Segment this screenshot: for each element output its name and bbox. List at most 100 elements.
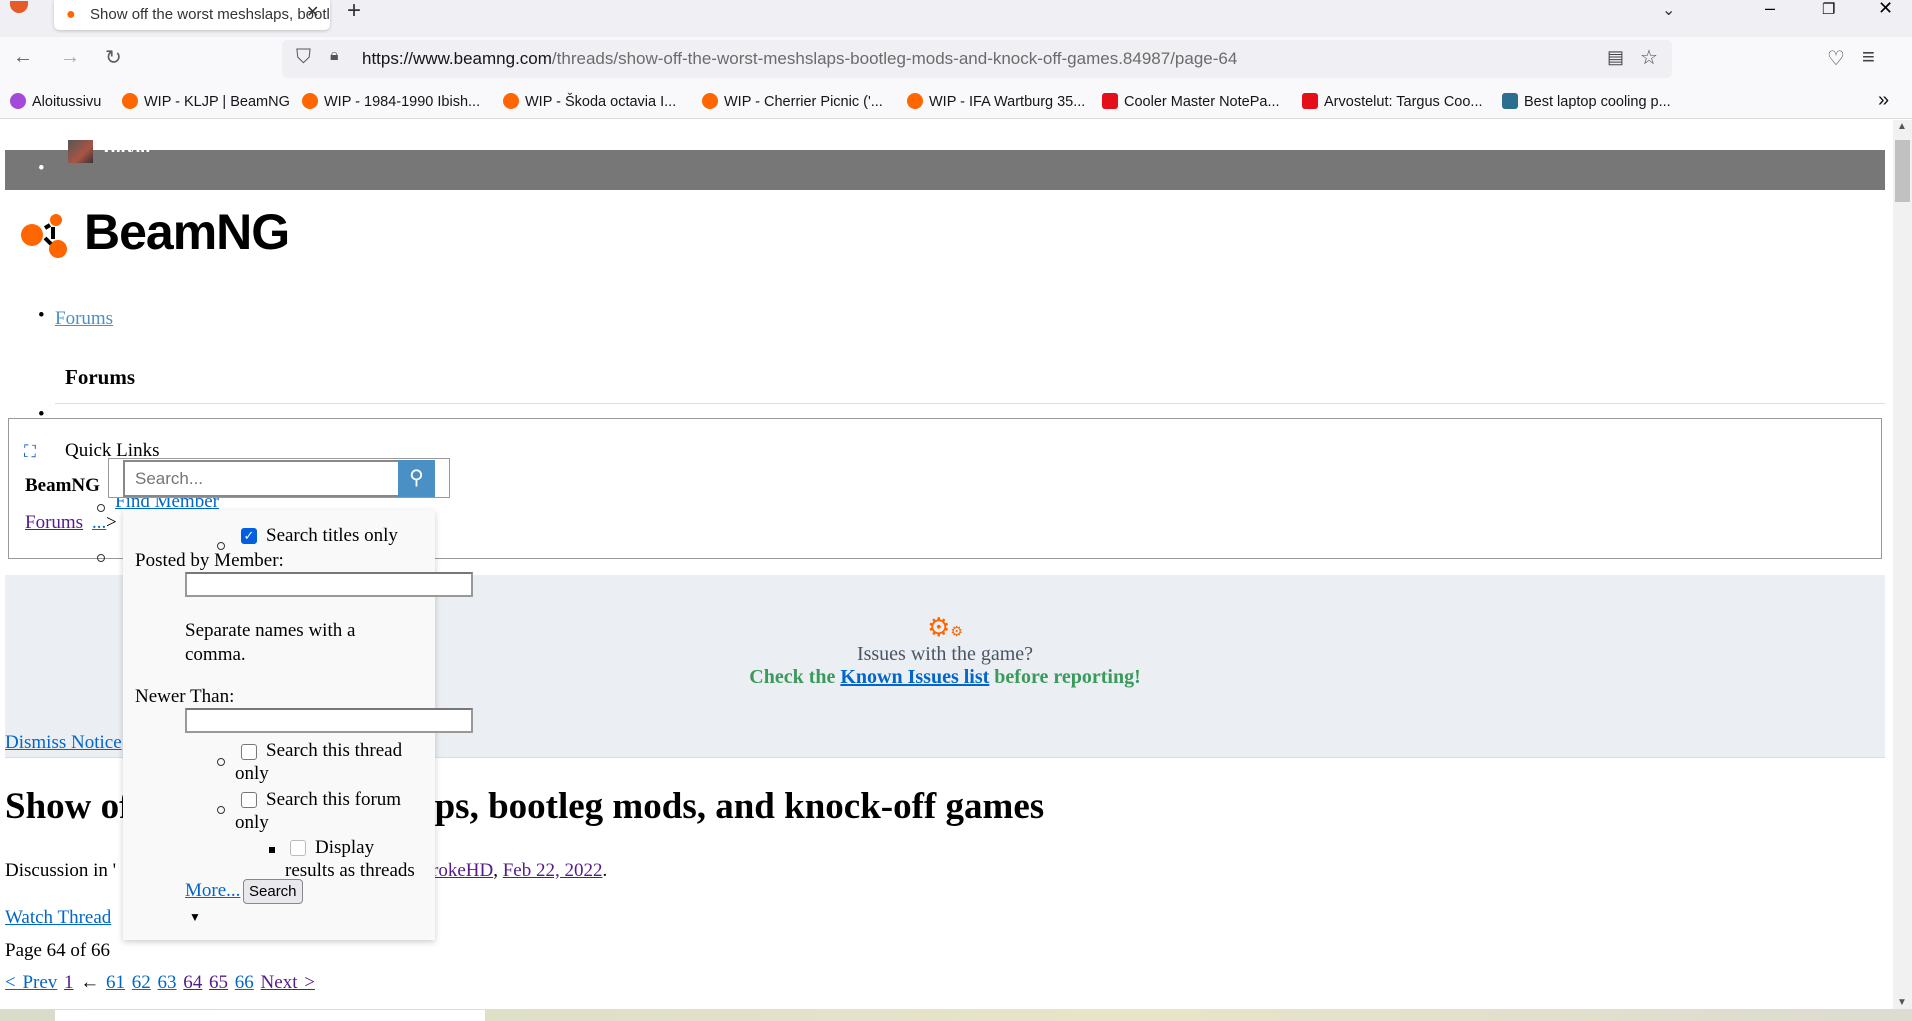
user-avatar[interactable] [68, 140, 93, 163]
forums-heading: Forums [65, 365, 135, 389]
display-as-threads-checkbox[interactable] [290, 840, 306, 856]
page-link[interactable]: 65 [209, 972, 228, 993]
thread-date-link[interactable]: Feb 22, 2022 [503, 860, 603, 881]
reload-icon[interactable]: ↻ [105, 45, 122, 70]
bullet: • [38, 305, 45, 326]
back-icon[interactable]: ← [13, 46, 33, 69]
page-link[interactable]: 63 [158, 972, 177, 993]
page-link-current[interactable]: 64 [183, 972, 202, 993]
search-input[interactable] [123, 460, 399, 497]
beamng-icon [503, 93, 519, 109]
search-button[interactable]: Search [243, 879, 303, 904]
logo-mark-icon [21, 214, 67, 258]
divider [55, 403, 1885, 404]
bookmark-item[interactable]: Arvostelut: Targus Coo... [1302, 93, 1483, 110]
square-bullet [269, 847, 275, 853]
taskbar [0, 1009, 1912, 1021]
window-close-icon[interactable]: ✕ [1878, 0, 1893, 19]
forums-nav-link[interactable]: Forums [55, 308, 113, 330]
search-titles-only-label: Search titles only [266, 525, 398, 546]
restore-icon[interactable]: ❐ [1822, 0, 1835, 18]
tab-active[interactable]: ● Show off the worst meshslaps, bootleg … [54, 0, 330, 30]
circle-bullet [97, 546, 105, 568]
more-options-link[interactable]: More... [185, 880, 240, 902]
circle-bullet [217, 798, 225, 820]
site-name: BeamNG [25, 475, 100, 496]
page-link[interactable]: 62 [132, 972, 151, 993]
page-scrollbar[interactable]: ▲ ▼ [1893, 120, 1912, 1009]
beamng-icon [702, 93, 718, 109]
forward-icon[interactable]: → [60, 46, 80, 69]
posted-by-member-input[interactable] [185, 572, 473, 597]
beamng-icon [302, 93, 318, 109]
lock-icon[interactable]: 🔒︎ [330, 47, 339, 65]
user-bar [5, 150, 1885, 190]
bookmark-item[interactable]: WIP - 1984-1990 Ibish... [302, 93, 480, 110]
more-bookmarks-icon[interactable]: » [1878, 89, 1889, 112]
v-site-icon [1102, 93, 1118, 109]
thread-meta: rokeHD, Feb 22, 2022. [432, 860, 608, 881]
bookmark-item[interactable]: Best laptop cooling p... [1502, 93, 1671, 110]
breadcrumb-forums[interactable]: Forums [25, 512, 83, 534]
search-submit-button[interactable]: ⚲ [398, 460, 435, 497]
bookmark-item[interactable]: WIP - Škoda octavia I... [503, 93, 676, 110]
bookmark-item[interactable]: Aloitussivu [10, 93, 101, 110]
thread-author-link[interactable]: rokeHD [432, 860, 493, 881]
bookmark-star-icon[interactable]: ☆ [1640, 45, 1658, 70]
page-link-1[interactable]: 1 [64, 972, 74, 993]
pagination: < Prev 1 ← 61 62 63 64 65 66 Next > [5, 972, 315, 993]
scrollbar-thumb[interactable] [1895, 140, 1910, 202]
pocket-icon[interactable]: ♡ [1827, 46, 1845, 71]
prev-page-link[interactable]: < Prev [5, 972, 57, 993]
menu-icon[interactable]: ≡ [1862, 44, 1875, 70]
sitemap-icon: ⛶ [24, 442, 36, 461]
v-site-icon [1302, 93, 1318, 109]
bookmarks-bar: Aloitussivu WIP - KLJP | BeamNG WIP - 19… [0, 84, 1912, 119]
scroll-up-icon[interactable]: ▲ [1897, 121, 1907, 132]
firefox-icon [10, 93, 26, 109]
breadcrumb-separator: > [106, 512, 117, 533]
taskbar-search[interactable] [55, 1010, 485, 1021]
next-page-link[interactable]: Next > [261, 972, 315, 993]
tab-bar: ● Show off the worst meshslaps, bootleg … [0, 0, 1912, 37]
search-this-thread-label: Search this thread [266, 740, 403, 761]
search-this-forum-checkbox[interactable] [241, 792, 257, 808]
search-this-thread-checkbox[interactable] [241, 744, 257, 760]
url-bar[interactable]: ⛉ 🔒︎ https://www.beamng.com/threads/show… [282, 40, 1672, 78]
separate-names-hint: Separate names with a comma. [185, 620, 356, 665]
watch-thread-link[interactable]: Watch Thread [5, 907, 111, 929]
bookmark-item[interactable]: WIP - KLJP | BeamNG [122, 93, 290, 110]
search-titles-only-checkbox[interactable]: ✓ [241, 528, 257, 544]
shield-icon[interactable]: ⛉ [296, 46, 311, 69]
reader-view-icon[interactable]: ▤ [1607, 47, 1624, 68]
tr-site-icon [1502, 93, 1518, 109]
known-issues-link[interactable]: Known Issues list [840, 666, 989, 688]
newer-than-input[interactable] [185, 708, 473, 733]
caret-down-icon[interactable]: ▼ [189, 910, 201, 925]
tab-list-icon[interactable]: ⌄ [1662, 0, 1675, 20]
new-tab-icon[interactable]: + [347, 0, 361, 25]
page-link[interactable]: 61 [106, 972, 125, 993]
minimize-icon[interactable]: – [1765, 0, 1775, 19]
beamng-icon [122, 93, 138, 109]
bookmark-item[interactable]: WIP - IFA Wartburg 35... [907, 93, 1085, 110]
bookmark-item[interactable]: WIP - Cherrier Picnic ('... [702, 93, 883, 110]
dismiss-notice-link[interactable]: Dismiss Notice [5, 732, 122, 754]
breadcrumb-more[interactable]: ... [92, 512, 106, 534]
scroll-down-icon[interactable]: ▼ [1897, 997, 1907, 1008]
beamng-icon [907, 93, 923, 109]
search-dropdown: ✓ Search titles only Posted by Member: S… [123, 510, 473, 940]
newer-than-label: Newer Than: [135, 686, 235, 707]
bullet: • [38, 158, 45, 179]
beamng-favicon: ● [66, 6, 76, 23]
tab-close-icon[interactable]: ✕ [306, 2, 319, 22]
posted-by-label: Posted by Member: [135, 550, 284, 571]
circle-bullet [217, 750, 225, 772]
page-link[interactable]: 66 [235, 972, 254, 993]
search-icon: ⚲ [409, 467, 424, 489]
bookmark-item[interactable]: Cooler Master NotePa... [1102, 93, 1280, 110]
beamng-logo[interactable]: BeamNG [18, 204, 298, 260]
username[interactable]: Toivio [100, 138, 150, 152]
firefox-icon[interactable] [10, 1, 28, 13]
discussion-in: Discussion in ' [5, 860, 117, 881]
